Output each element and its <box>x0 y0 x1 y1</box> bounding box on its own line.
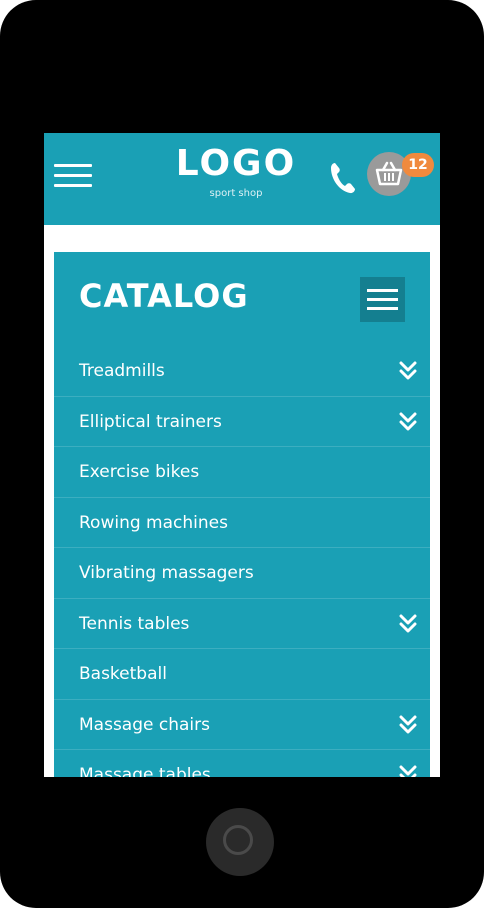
catalog-list: Treadmills Elliptical trainers Exercise bi… <box>54 346 430 777</box>
catalog-item-label: Exercise bikes <box>79 462 200 482</box>
catalog-item[interactable]: Treadmills <box>54 346 430 397</box>
phone-icon[interactable] <box>329 161 357 195</box>
catalog-item[interactable]: Basketball <box>54 649 430 700</box>
catalog-menu-button[interactable] <box>360 277 405 322</box>
catalog-panel: CATALOG Treadmills Elliptical trainers Exe… <box>54 252 430 777</box>
cart-count-badge: 12 <box>402 153 434 177</box>
site-header: LOGO sport shop 12 <box>44 133 440 225</box>
chevron-down-icon[interactable] <box>399 715 417 735</box>
catalog-item-label: Treadmills <box>79 361 165 381</box>
catalog-item[interactable]: Massage tables <box>54 750 430 777</box>
logo-subtitle: sport shop <box>209 188 263 199</box>
catalog-item[interactable]: Tennis tables <box>54 599 430 649</box>
catalog-item-label: Basketball <box>79 664 167 684</box>
home-button[interactable] <box>206 808 274 876</box>
catalog-item-label: Massage chairs <box>79 714 210 735</box>
catalog-item-label: Tennis tables <box>79 613 190 634</box>
phone-screen: LOGO sport shop 12 CATALOG Treadmills El… <box>44 133 440 777</box>
logo-text: LOGO <box>175 143 297 184</box>
chevron-down-icon[interactable] <box>399 412 417 432</box>
catalog-item[interactable]: Rowing machines <box>54 498 430 548</box>
catalog-item-label: Massage tables <box>79 765 211 777</box>
hamburger-icon[interactable] <box>54 164 92 188</box>
chevron-down-icon[interactable] <box>399 765 417 777</box>
catalog-item[interactable]: Massage chairs <box>54 700 430 750</box>
catalog-item-label: Vibrating massagers <box>79 563 254 583</box>
catalog-item-label: Elliptical trainers <box>79 411 222 432</box>
catalog-item[interactable]: Exercise bikes <box>54 447 430 498</box>
phone-frame: LOGO sport shop 12 CATALOG Treadmills El… <box>0 0 484 908</box>
catalog-item[interactable]: Vibrating massagers <box>54 548 430 599</box>
chevron-down-icon[interactable] <box>399 614 417 634</box>
logo[interactable]: LOGO sport shop <box>174 143 298 201</box>
basket-icon <box>375 161 403 186</box>
catalog-item[interactable]: Elliptical trainers <box>54 397 430 447</box>
chevron-down-icon[interactable] <box>399 361 417 381</box>
catalog-title: CATALOG <box>79 277 249 315</box>
catalog-item-label: Rowing machines <box>79 512 228 533</box>
